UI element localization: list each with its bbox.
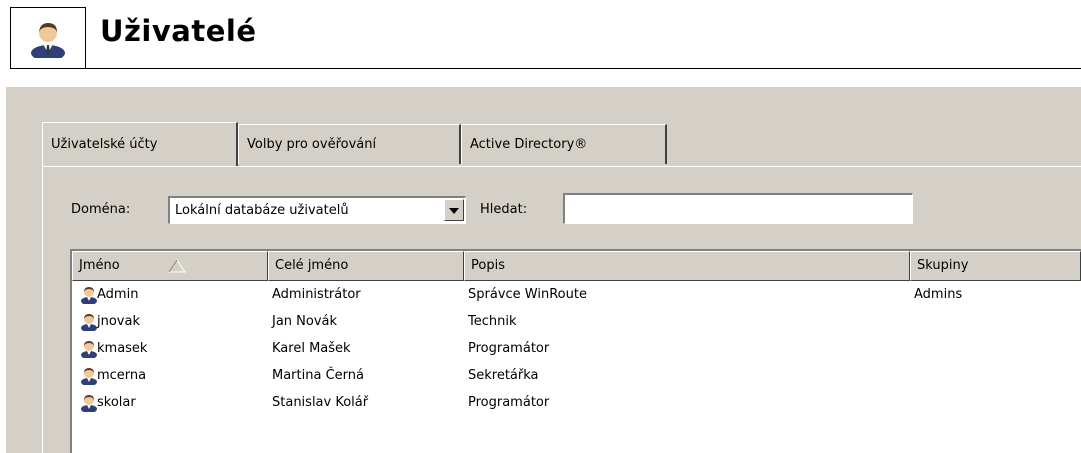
- user-icon: [31, 23, 65, 58]
- column-header-name[interactable]: Jméno: [72, 251, 268, 281]
- tab-authentication-options[interactable]: Volby pro ověřování: [238, 124, 461, 164]
- tab-label: Uživatelské účty: [51, 137, 158, 152]
- cell-description: Správce WinRoute: [468, 287, 587, 302]
- column-header-label: Skupiny: [917, 258, 969, 273]
- users-table: Jméno Celé jméno Popis Skupiny Admin Adm…: [70, 249, 1081, 453]
- column-header-fullname[interactable]: Celé jméno: [268, 251, 464, 281]
- search-input[interactable]: [563, 193, 913, 224]
- column-header-groups[interactable]: Skupiny: [910, 251, 1081, 281]
- cell-groups: Admins: [914, 287, 963, 302]
- cell-fullname: Jan Novák: [272, 314, 338, 329]
- domain-select-value: Lokální databáze uživatelů: [175, 203, 349, 218]
- table-row[interactable]: mcerna Martina Černá Sekretářka: [72, 362, 1081, 389]
- tab-user-accounts[interactable]: Uživatelské účty: [42, 122, 238, 166]
- user-icon: [81, 368, 97, 385]
- cell-fullname: Stanislav Kolář: [272, 395, 369, 410]
- dropdown-button[interactable]: [444, 199, 464, 221]
- cell-name: jnovak: [97, 314, 140, 329]
- cell-name: kmasek: [97, 341, 148, 356]
- table-row[interactable]: skolar Stanislav Kolář Programátor: [72, 389, 1081, 416]
- domain-label: Doména:: [71, 202, 131, 217]
- column-header-label: Popis: [471, 258, 505, 273]
- cell-name: Admin: [97, 287, 139, 302]
- table-row[interactable]: kmasek Karel Mašek Programátor: [72, 335, 1081, 362]
- cell-description: Technik: [468, 314, 517, 329]
- header-divider: [84, 68, 1081, 69]
- search-label: Hledat:: [480, 202, 528, 217]
- user-icon: [81, 341, 97, 358]
- table-row[interactable]: jnovak Jan Novák Technik: [72, 308, 1081, 335]
- tab-active-directory[interactable]: Active Directory®: [461, 124, 667, 164]
- column-header-description[interactable]: Popis: [464, 251, 910, 281]
- cell-fullname: Administrátor: [272, 287, 361, 302]
- user-icon: [81, 314, 97, 331]
- cell-description: Sekretářka: [468, 368, 539, 383]
- user-icon: [81, 287, 97, 304]
- header-icon-frame: [10, 7, 86, 69]
- table-row[interactable]: Admin Administrátor Správce WinRoute Adm…: [72, 281, 1081, 308]
- cell-name: mcerna: [97, 368, 147, 383]
- cell-fullname: Martina Černá: [272, 368, 364, 383]
- cell-fullname: Karel Mašek: [272, 341, 351, 356]
- table-header: Jméno Celé jméno Popis Skupiny: [72, 251, 1081, 281]
- tab-label: Active Directory®: [470, 137, 588, 152]
- cell-name: skolar: [97, 395, 136, 410]
- user-icon: [81, 395, 97, 412]
- chevron-down-icon: [449, 208, 459, 214]
- domain-select[interactable]: Lokální databáze uživatelů: [168, 196, 466, 224]
- cell-description: Programátor: [468, 341, 550, 356]
- sort-ascending-icon: [168, 259, 186, 273]
- column-header-label: Celé jméno: [275, 258, 349, 273]
- page-title: Uživatelé: [100, 14, 257, 48]
- cell-description: Programátor: [468, 395, 550, 410]
- tab-label: Volby pro ověřování: [247, 137, 377, 152]
- column-header-label: Jméno: [79, 258, 120, 273]
